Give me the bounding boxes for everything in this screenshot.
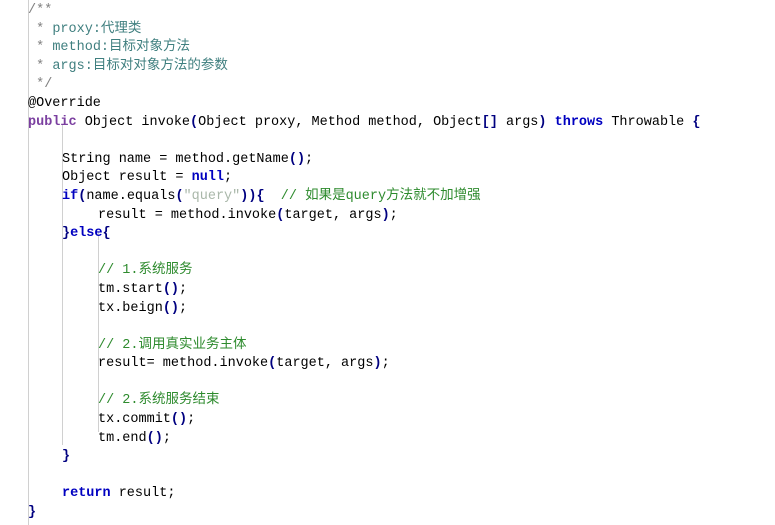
- code-token-plain: ;: [389, 207, 398, 223]
- code-token-plain: tx.beign: [98, 300, 163, 316]
- code-token-plain: result= method.invoke: [98, 356, 269, 372]
- code-line[interactable]: // 1.系统服务: [0, 262, 775, 281]
- code-token-linecmt: // 2.调用真实业务主体: [98, 337, 247, 353]
- code-line[interactable]: /**: [0, 2, 775, 21]
- code-line[interactable]: @Override: [0, 95, 775, 114]
- code-line[interactable]: [0, 318, 775, 337]
- code-line[interactable]: public Object invoke(Object proxy, Metho…: [0, 114, 775, 133]
- code-token-mod: public: [28, 114, 77, 130]
- code-token-punct: }: [62, 449, 71, 465]
- code-line[interactable]: tx.commit();: [0, 411, 775, 430]
- code-token-plain: result;: [110, 486, 176, 502]
- code-token-punct: (: [190, 114, 199, 130]
- code-line[interactable]: String name = method.getName();: [0, 151, 775, 170]
- code-line[interactable]: tm.start();: [0, 281, 775, 300]
- code-token-plain: ;: [305, 151, 314, 167]
- code-token-plain: args: [497, 114, 539, 130]
- code-line[interactable]: * args:目标对对象方法的参数: [0, 58, 775, 77]
- code-token-plain: ;: [162, 430, 171, 446]
- code-token-plain: ;: [187, 412, 196, 428]
- code-token-linecmt: // 如果是query方法就不加增强: [280, 188, 481, 204]
- code-token-punct: ): [373, 356, 382, 372]
- code-lines-container: /** * proxy:代理类 * method:目标对象方法 * args:目…: [0, 0, 775, 523]
- code-token-plain: ;: [179, 281, 188, 297]
- code-line[interactable]: * method:目标对象方法: [0, 39, 775, 58]
- code-token-plain: tm.end: [98, 430, 147, 446]
- code-token-punct: (): [288, 151, 306, 167]
- code-token-plain: ;: [381, 356, 390, 372]
- code-token-anno: @Override: [28, 95, 101, 111]
- code-token-plain: String name = method.getName: [62, 151, 289, 167]
- code-token-punct: {: [102, 226, 111, 242]
- code-token-kw: else: [70, 226, 103, 242]
- code-token-plain: tm.start: [98, 281, 163, 297]
- code-line[interactable]: */: [0, 76, 775, 95]
- code-token-plain: tx.commit: [98, 412, 171, 428]
- code-token-plain: Object result =: [62, 170, 192, 186]
- code-token-kw: if: [62, 188, 79, 204]
- code-token-punct: )): [240, 188, 257, 204]
- code-token-linecmt: // 2.系统服务结束: [98, 393, 220, 409]
- code-token-plain: ;: [179, 300, 188, 316]
- code-token-punct: }: [62, 226, 71, 242]
- code-token-plain: result = method.invoke: [98, 207, 277, 223]
- code-token-doc: method:目标对象方法: [52, 40, 191, 56]
- code-token-plain: target, args: [284, 207, 382, 223]
- code-token-doc: args:目标对对象方法的参数: [52, 58, 228, 74]
- code-token-plain: Object proxy, Method method, Object: [198, 114, 482, 130]
- code-token-str: "query": [183, 188, 241, 204]
- code-line[interactable]: }: [0, 504, 775, 523]
- code-line[interactable]: [0, 244, 775, 263]
- code-line[interactable]: result = method.invoke(target, args);: [0, 207, 775, 226]
- code-token-doc: proxy:代理类: [52, 21, 142, 37]
- code-token-linecmt: // 1.系统服务: [98, 263, 193, 279]
- code-token-kw: return: [62, 486, 111, 502]
- code-line[interactable]: if(name.equals("query")){ // 如果是query方法就…: [0, 188, 775, 207]
- code-token-punct: (): [170, 412, 188, 428]
- code-token-punct: (): [146, 430, 163, 446]
- code-line[interactable]: // 2.调用真实业务主体: [0, 337, 775, 356]
- code-token-punct: }: [28, 505, 37, 521]
- code-line[interactable]: [0, 132, 775, 151]
- code-line[interactable]: }: [0, 448, 775, 467]
- code-token-punct: (: [175, 188, 184, 204]
- code-token-plain: Throwable: [603, 114, 693, 130]
- code-line[interactable]: tx.beign();: [0, 300, 775, 319]
- code-token-punct: {: [256, 188, 265, 204]
- code-token-kw: throws: [554, 114, 604, 130]
- code-line[interactable]: result= method.invoke(target, args);: [0, 355, 775, 374]
- code-token-plain: Object invoke: [76, 114, 191, 130]
- code-token-punct: []: [481, 114, 498, 130]
- code-token-cmt: *: [28, 21, 53, 37]
- code-token-kw: null: [191, 170, 225, 186]
- code-line[interactable]: [0, 467, 775, 486]
- code-line[interactable]: return result;: [0, 485, 775, 504]
- code-line[interactable]: tm.end();: [0, 430, 775, 449]
- code-token-cmt: *: [28, 58, 53, 74]
- code-token-cmt: */: [28, 77, 53, 93]
- code-token-cmt: *: [28, 40, 53, 56]
- code-token-plain: name.equals: [86, 188, 176, 204]
- code-line[interactable]: Object result = null;: [0, 169, 775, 188]
- code-line[interactable]: * proxy:代理类: [0, 21, 775, 40]
- code-token-punct: ): [538, 114, 547, 130]
- code-token-punct: {: [692, 114, 701, 130]
- code-token-cmt: /**: [28, 3, 53, 18]
- code-token-punct: ): [381, 207, 390, 223]
- code-line[interactable]: }else{: [0, 225, 775, 244]
- code-token-punct: (): [162, 300, 180, 316]
- code-line[interactable]: [0, 374, 775, 393]
- code-token-plain: target, args: [276, 356, 374, 372]
- code-editor-view[interactable]: /** * proxy:代理类 * method:目标对象方法 * args:目…: [0, 0, 775, 525]
- code-token-punct: (): [162, 281, 180, 297]
- code-line[interactable]: // 2.系统服务结束: [0, 392, 775, 411]
- code-token-plain: ;: [224, 170, 233, 186]
